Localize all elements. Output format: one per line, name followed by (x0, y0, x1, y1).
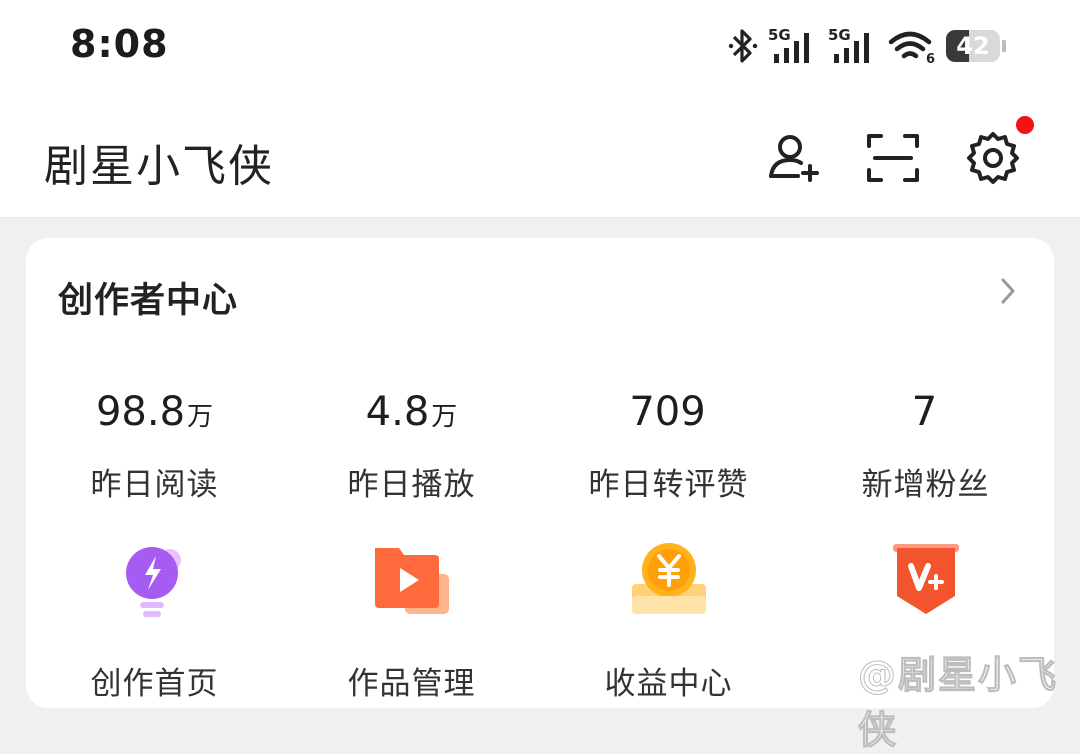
bluetooth-icon (728, 29, 758, 63)
scan-button[interactable] (865, 130, 921, 186)
tool-label: 作品管理 (347, 666, 476, 702)
tool-earnings-center[interactable]: 收益中心 (540, 538, 797, 703)
network-label-2: 5G (828, 26, 851, 44)
stat-yesterday-plays[interactable]: 4.8万 昨日播放 (283, 388, 540, 504)
stat-value-wrap: 4.8万 (283, 388, 540, 441)
page-title: 剧星小飞侠 (44, 141, 274, 192)
settings-icon (967, 132, 1019, 184)
stat-value-wrap: 7 (797, 388, 1054, 441)
stat-yesterday-reads[interactable]: 98.8万 昨日阅读 (26, 388, 283, 504)
status-icons: 5G 5G 6 42 (728, 24, 1006, 68)
stat-new-followers[interactable]: 7 新增粉丝 (797, 388, 1054, 504)
status-time: 8:08 (70, 22, 169, 66)
stat-label: 昨日转评赞 (588, 467, 749, 503)
tool-v-plus[interactable] (797, 538, 1054, 658)
settings-button[interactable] (965, 130, 1021, 186)
tool-label: 收益中心 (604, 666, 733, 702)
add-friend-button[interactable] (766, 130, 822, 186)
notification-dot (1016, 116, 1034, 134)
stat-unit: 万 (431, 402, 458, 432)
v-plus-badge-icon (892, 544, 959, 614)
scan-icon (867, 134, 919, 182)
video-folder-icon (374, 548, 449, 614)
stat-value: 7 (911, 389, 938, 435)
signal-icon: 5G (768, 26, 809, 63)
stat-label: 昨日播放 (347, 467, 476, 503)
signal-icon: 5G (828, 26, 869, 63)
battery-level: 42 (956, 32, 990, 60)
stat-label: 昨日阅读 (90, 467, 219, 503)
stat-value-wrap: 98.8万 (26, 388, 283, 441)
stat-value-wrap: 709 (540, 388, 797, 441)
stat-label: 新增粉丝 (861, 467, 990, 503)
creator-center-card: 创作者中心 98.8万 昨日阅读 4.8万 昨日播放 709 昨日转评赞 7 新… (26, 238, 1054, 708)
battery-icon: 42 (946, 30, 1000, 62)
tool-creation-home[interactable]: 创作首页 (26, 538, 283, 703)
wifi-badge: 6 (926, 52, 935, 66)
stat-unit: 万 (187, 402, 214, 432)
wifi-icon: 6 (888, 31, 935, 66)
status-bar: 8:08 5G 5G 6 42 (0, 0, 1080, 92)
network-label-1: 5G (768, 26, 791, 44)
tool-label: 创作首页 (90, 666, 219, 702)
card-title[interactable]: 创作者中心 (58, 272, 238, 323)
stat-yesterday-interactions[interactable]: 709 昨日转评赞 (540, 388, 797, 504)
stat-value: 4.8 (365, 389, 430, 435)
chevron-right-icon[interactable] (998, 276, 1018, 306)
app-header: 剧星小飞侠 (0, 92, 1080, 218)
tool-works-management[interactable]: 作品管理 (283, 538, 540, 703)
add-friend-icon (769, 135, 819, 182)
stat-value: 709 (629, 389, 706, 435)
yuan-coin-icon (631, 543, 706, 614)
stat-value: 98.8 (95, 389, 186, 435)
watermark: @剧星小飞侠 (858, 653, 1059, 753)
lightbulb-icon (125, 547, 181, 617)
battery-cap (1002, 40, 1006, 52)
